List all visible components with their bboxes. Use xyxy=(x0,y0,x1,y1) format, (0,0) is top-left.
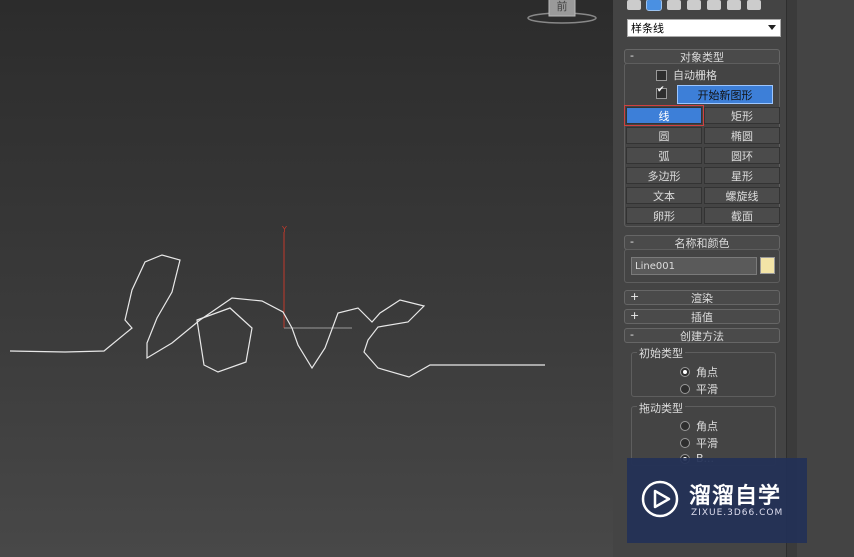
start-new-shape-check[interactable] xyxy=(656,85,667,99)
start-new-shape-button[interactable]: 开始新图形 xyxy=(677,85,773,104)
watermark-overlay: 溜溜自学 ZIXUE.3D66.COM xyxy=(627,458,807,543)
interpolation-rollout-header[interactable]: + 插值 xyxy=(624,309,780,324)
drag-corner-radio-dot[interactable] xyxy=(680,421,690,431)
drag-corner-label: 角点 xyxy=(696,420,718,433)
shapes-tab-icon[interactable] xyxy=(646,0,662,11)
drag-type-label: 拖动类型 xyxy=(637,400,685,416)
arc-button[interactable]: 弧 xyxy=(626,147,702,164)
spline-scene: Y xyxy=(9,225,545,378)
cameras-tab-icon[interactable] xyxy=(687,0,701,10)
lights-tab-icon[interactable] xyxy=(667,0,681,10)
category-value: 样条线 xyxy=(631,22,664,35)
initial-smooth-label: 平滑 xyxy=(696,383,718,396)
line-button[interactable]: 线 xyxy=(624,105,704,126)
initial-type-label: 初始类型 xyxy=(637,345,685,361)
start-new-shape-label: 开始新图形 xyxy=(697,88,753,102)
section-button[interactable]: 截面 xyxy=(704,207,780,224)
chevron-down-icon xyxy=(768,25,776,30)
watermark-title: 溜溜自学 xyxy=(689,484,782,509)
object-name-value: Line001 xyxy=(635,260,675,272)
initial-smooth-radio-dot[interactable] xyxy=(680,384,690,394)
object-type-rollout-header[interactable]: - 对象类型 xyxy=(624,49,780,64)
start-new-shape-checkbox[interactable] xyxy=(656,85,667,99)
rendering-rollout-header[interactable]: + 渲染 xyxy=(624,290,780,305)
drag-smooth-radio-dot[interactable] xyxy=(680,438,690,448)
y-axis-label: Y xyxy=(281,225,287,234)
spacewarps-tab-icon[interactable] xyxy=(727,0,741,10)
name-color-rollout-header[interactable]: - 名称和颜色 xyxy=(624,235,780,250)
circle-button[interactable]: 圆 xyxy=(626,127,702,144)
perspective-viewport[interactable]: 前 Y xyxy=(0,0,613,557)
donut-button[interactable]: 圆环 xyxy=(704,147,780,164)
initial-corner-radio-dot[interactable] xyxy=(680,367,690,377)
object-name-input[interactable]: Line001 xyxy=(631,257,757,275)
helpers-tab-icon[interactable] xyxy=(707,0,721,10)
initial-smooth-radio[interactable]: 平滑 xyxy=(680,381,718,397)
star-button[interactable]: 星形 xyxy=(704,167,780,184)
systems-tab-icon[interactable] xyxy=(747,0,761,10)
watermark-subtitle: ZIXUE.3D66.COM xyxy=(691,508,784,518)
rectangle-button[interactable]: 矩形 xyxy=(704,107,780,124)
object-color-swatch[interactable] xyxy=(760,257,775,274)
drag-smooth-label: 平滑 xyxy=(696,437,718,450)
rendering-title: 渲染 xyxy=(691,291,713,305)
creation-method-title: 创建方法 xyxy=(680,329,724,343)
creation-method-rollout-header[interactable]: - 创建方法 xyxy=(624,328,780,343)
collapse-icon: - xyxy=(630,328,634,341)
auto-grid-checkbox[interactable]: 自动栅格 xyxy=(656,67,717,83)
drag-corner-radio[interactable]: 角点 xyxy=(680,418,718,434)
interpolation-title: 插值 xyxy=(691,310,713,324)
create-tab-icon[interactable] xyxy=(627,0,641,10)
expand-icon: + xyxy=(630,290,640,303)
initial-corner-label: 角点 xyxy=(696,366,718,379)
helix-button[interactable]: 螺旋线 xyxy=(704,187,780,204)
text-button[interactable]: 文本 xyxy=(626,187,702,204)
auto-grid-label: 自动栅格 xyxy=(673,69,717,82)
play-logo-icon xyxy=(641,480,679,518)
ellipse-button[interactable]: 椭圆 xyxy=(704,127,780,144)
drag-smooth-radio[interactable]: 平滑 xyxy=(680,435,718,451)
auto-grid-check[interactable] xyxy=(656,69,667,81)
collapse-icon: - xyxy=(630,235,634,248)
panel-tabs xyxy=(627,0,761,12)
category-dropdown[interactable]: 样条线 xyxy=(627,19,781,37)
letter-o-outline xyxy=(196,307,253,373)
love-spline[interactable] xyxy=(9,254,545,378)
egg-button[interactable]: 卵形 xyxy=(626,207,702,224)
expand-icon: + xyxy=(630,309,640,322)
collapse-icon: - xyxy=(630,49,634,62)
ngon-button[interactable]: 多边形 xyxy=(626,167,702,184)
initial-corner-radio[interactable]: 角点 xyxy=(680,364,718,380)
